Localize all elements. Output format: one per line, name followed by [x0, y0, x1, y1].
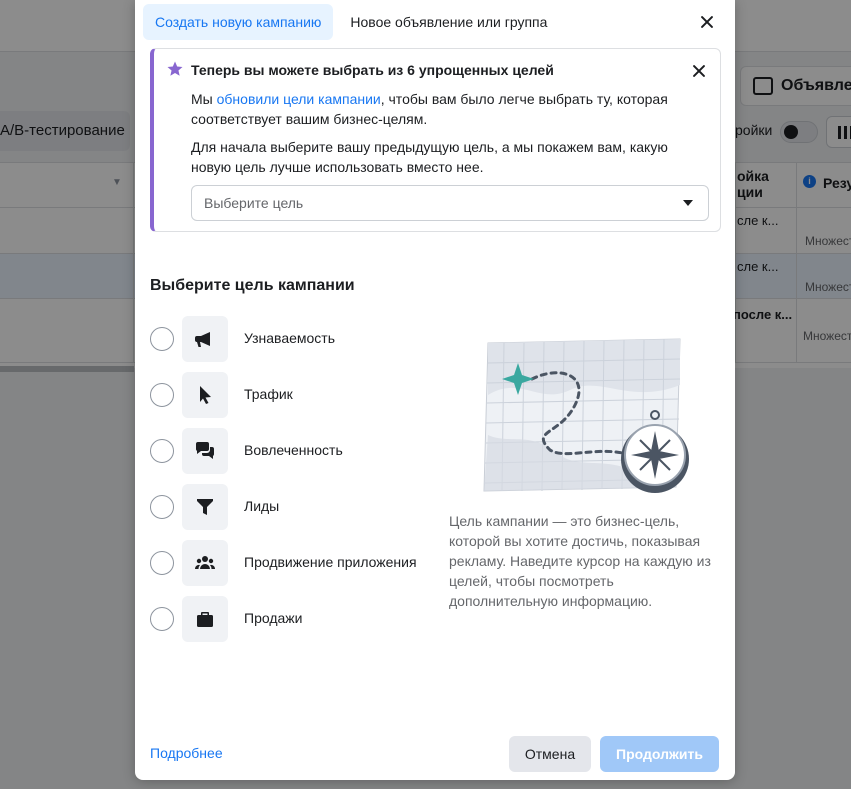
chat-bubbles-icon: [195, 442, 215, 459]
objectives-notice: Теперь вы можете выбрать из 6 упрощенных…: [150, 48, 721, 232]
objective-icon-box: [182, 540, 228, 586]
select-placeholder: Выберите цель: [204, 195, 304, 211]
notice-instructions: Для начала выберите вашу предыдущую цель…: [191, 139, 668, 175]
dialog-tabs: Создать новую кампанию Новое объявление …: [143, 4, 559, 40]
notice-text-start: Мы: [191, 91, 217, 107]
close-dialog-icon[interactable]: [695, 10, 719, 34]
continue-button[interactable]: Продолжить: [600, 736, 719, 772]
objective-icon-box: [182, 372, 228, 418]
cancel-button[interactable]: Отмена: [509, 736, 591, 772]
objective-leads[interactable]: Лиды: [149, 482, 439, 530]
objective-radio[interactable]: [150, 439, 174, 463]
objective-label: Продвижение приложения: [244, 554, 417, 570]
objective-radio[interactable]: [150, 551, 174, 575]
objective-label: Вовлеченность: [244, 442, 343, 458]
objective-description: Цель кампании — это бизнес-цель, которой…: [449, 513, 711, 609]
objective-icon-box: [182, 596, 228, 642]
tab-new-ad-or-set[interactable]: Новое объявление или группа: [338, 4, 559, 40]
objective-radio[interactable]: [150, 327, 174, 351]
briefcase-icon: [197, 612, 213, 627]
funnel-icon: [197, 499, 213, 515]
objective-sales[interactable]: Продажи: [149, 594, 439, 642]
chevron-down-icon: [683, 200, 693, 206]
create-campaign-dialog: Создать новую кампанию Новое объявление …: [135, 0, 735, 780]
map-compass-illustration: [483, 338, 689, 493]
objective-label: Продажи: [244, 610, 303, 626]
megaphone-icon: [195, 332, 210, 347]
learn-more-link[interactable]: Подробнее: [150, 745, 223, 761]
notice-title: Теперь вы можете выбрать из 6 упрощенных…: [191, 62, 554, 78]
objective-traffic[interactable]: Трафик: [149, 370, 439, 418]
objective-label: Лиды: [244, 498, 280, 514]
section-title: Выберите цель кампании: [150, 277, 355, 294]
previous-objective-select[interactable]: Выберите цель: [191, 185, 709, 221]
objective-label: Узнаваемость: [244, 330, 336, 346]
cursor-icon: [200, 386, 211, 404]
notice-text: Мы обновили цели кампании, чтобы вам был…: [191, 89, 711, 129]
star-icon: [167, 61, 183, 76]
objective-icon-box: [182, 316, 228, 362]
objective-awareness[interactable]: Узнаваемость: [149, 314, 439, 362]
objective-app-promotion[interactable]: Продвижение приложения: [149, 538, 439, 586]
objective-radio[interactable]: [150, 495, 174, 519]
objective-label: Трафик: [244, 386, 293, 402]
objective-radio[interactable]: [150, 607, 174, 631]
objective-icon-box: [182, 484, 228, 530]
objective-icon-box: [182, 428, 228, 474]
objective-radio[interactable]: [150, 383, 174, 407]
close-notice-icon[interactable]: [687, 59, 711, 83]
objective-engagement[interactable]: Вовлеченность: [149, 426, 439, 474]
tab-create-campaign[interactable]: Создать новую кампанию: [143, 4, 334, 40]
people-icon: [195, 556, 215, 569]
updated-objectives-link[interactable]: обновили цели кампании: [217, 91, 381, 107]
